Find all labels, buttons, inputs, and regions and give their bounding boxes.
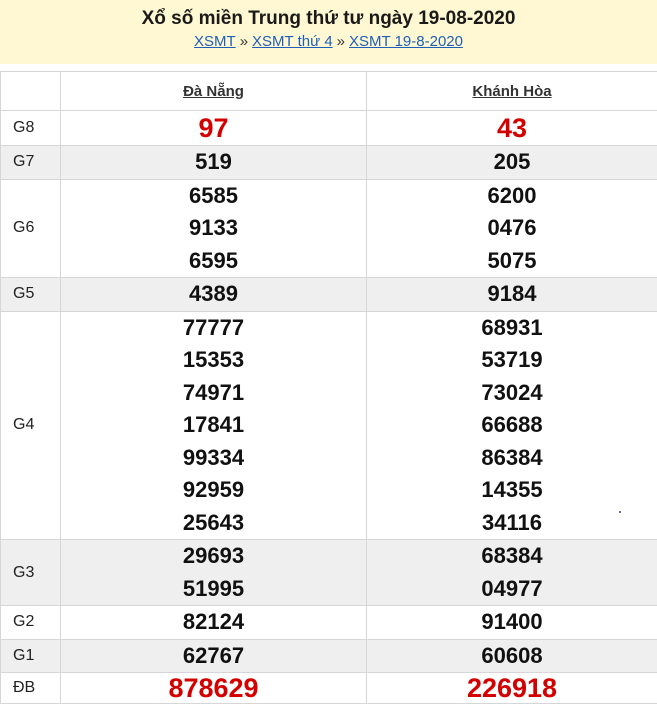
prize-label: ĐB xyxy=(0,672,61,704)
prize-numbers-province-1: 4389 xyxy=(60,277,367,312)
prize-numbers-province-2: 226918 xyxy=(366,672,657,704)
prize-label: G7 xyxy=(0,145,61,180)
table-row: G4 77777 15353 74971 17841 99334 92959 25643 689… xyxy=(0,310,657,540)
prize-numbers-province-1: 77777 15353 74971 17841 99334 92959 25643 xyxy=(60,310,367,540)
prize-number: 86384 xyxy=(481,444,543,470)
prize-number: 92959 xyxy=(182,477,245,502)
prize-numbers-province-2: 205 xyxy=(366,145,657,180)
prize-number: 73024 xyxy=(481,379,543,405)
prize-number: 97 xyxy=(198,113,229,143)
page-title: Xổ số miền Trung thứ tư ngày 19-08-2020 xyxy=(141,8,516,29)
prize-number: 205 xyxy=(493,149,531,174)
prize-number: 60608 xyxy=(481,642,543,668)
prize-numbers-province-1: 878629 xyxy=(60,672,367,704)
prize-numbers-province-2: 60608 xyxy=(366,638,657,673)
prize-numbers-province-2: 68384 04977 xyxy=(366,539,657,606)
prize-number: 6585 xyxy=(189,182,238,208)
prize-label: G3 xyxy=(0,539,61,606)
table-row: ĐB 878629 226918 xyxy=(0,672,657,704)
prize-numbers-province-1: 6585 9133 6595 xyxy=(60,178,367,278)
prize-number: 519 xyxy=(195,149,232,174)
prize-number: 34116 xyxy=(482,509,542,535)
prize-number: 878629 xyxy=(168,673,259,703)
prize-numbers-province-1: 97 xyxy=(60,110,367,146)
breadcrumb-separator: » xyxy=(239,33,249,50)
header-province-1[interactable]: Đà Nẵng xyxy=(60,71,367,111)
prize-label: G4 xyxy=(0,310,61,540)
page-header: Xổ số miền Trung thứ tư ngày 19-08-2020 … xyxy=(0,0,657,64)
prize-label: G8 xyxy=(0,110,61,146)
prize-label: G2 xyxy=(0,605,61,640)
breadcrumb-xsmt-thu-4[interactable]: XSMT thứ 4 xyxy=(252,33,333,50)
prize-number: 6595 xyxy=(189,247,238,273)
prize-numbers-province-2: 6200 0476 5075 xyxy=(366,178,657,278)
breadcrumb-xsmt-date[interactable]: XSMT 19-8-2020 xyxy=(349,33,463,50)
prize-number: 68931 xyxy=(481,314,543,340)
prize-number: 14355 xyxy=(481,477,543,502)
header-prize-column xyxy=(0,71,61,111)
breadcrumb-separator: » xyxy=(336,33,346,50)
breadcrumb: XSMT» XSMT thứ 4» XSMT 19-8-2020 xyxy=(0,32,657,52)
prize-number: 74971 xyxy=(182,379,245,405)
table-header-row: Đà Nẵng Khánh Hòa xyxy=(0,71,657,111)
prize-number: 04977 xyxy=(481,575,543,601)
results-table: Đà Nẵng Khánh Hòa G8 97 43 G7 519 205 G6 6585 91… xyxy=(0,71,657,704)
header-province-2[interactable]: Khánh Hòa xyxy=(366,71,657,111)
table-row: G1 62767 60608 xyxy=(0,638,657,673)
prize-number: 29693 xyxy=(182,543,245,568)
prize-number: 226918 xyxy=(466,673,558,703)
province-1-link[interactable]: Đà Nẵng xyxy=(183,83,244,100)
prize-number: 66688 xyxy=(481,412,543,437)
prize-number: 62767 xyxy=(182,642,245,668)
prize-number: 99334 xyxy=(182,444,245,470)
prize-number: 15353 xyxy=(182,347,245,372)
prize-number: 25643 xyxy=(182,509,245,535)
prize-number: 9133 xyxy=(189,215,238,240)
table-row: G2 82124 91400 xyxy=(0,605,657,640)
table-row: G8 97 43 xyxy=(0,110,657,146)
province-2-link[interactable]: Khánh Hòa xyxy=(472,83,551,100)
prize-label: G5 xyxy=(0,277,61,312)
prize-number: 0476 xyxy=(487,215,537,240)
breadcrumb-xsmt[interactable]: XSMT xyxy=(194,33,236,50)
prize-label: G1 xyxy=(0,638,61,673)
prize-number: 6200 xyxy=(487,182,537,208)
prize-number: 17841 xyxy=(182,412,245,437)
prize-number: 9184 xyxy=(487,281,537,306)
table-row: G5 4389 9184 xyxy=(0,277,657,312)
prize-numbers-province-1: 82124 xyxy=(60,605,367,640)
prize-number: 51995 xyxy=(182,575,245,601)
prize-numbers-province-2: 43 xyxy=(366,110,657,146)
prize-number: 5075 xyxy=(487,247,537,273)
prize-numbers-province-1: 29693 51995 xyxy=(60,539,367,606)
prize-number: 43 xyxy=(496,113,528,143)
prize-number: 77777 xyxy=(182,314,245,340)
prize-numbers-province-2: 91400 xyxy=(366,605,657,640)
prize-numbers-province-1: 62767 xyxy=(60,638,367,673)
prize-number: 4389 xyxy=(189,281,238,306)
prize-numbers-province-1: 519 xyxy=(60,145,367,180)
prize-number: 53719 xyxy=(481,347,543,372)
prize-label: G6 xyxy=(0,178,61,278)
prize-number: 91400 xyxy=(481,609,543,634)
table-row: G3 29693 51995 68384 04977 xyxy=(0,539,657,606)
prize-numbers-province-2: 9184 xyxy=(366,277,657,312)
prize-number: 68384 xyxy=(481,543,543,568)
table-row: G7 519 205 xyxy=(0,145,657,180)
decorative-dot xyxy=(619,511,621,513)
table-row: G6 6585 9133 6595 6200 0476 5075 xyxy=(0,178,657,278)
prize-number: 82124 xyxy=(182,609,245,634)
prize-numbers-province-2: 68931 53719 73024 66688 86384 14355 34116 xyxy=(366,310,657,540)
